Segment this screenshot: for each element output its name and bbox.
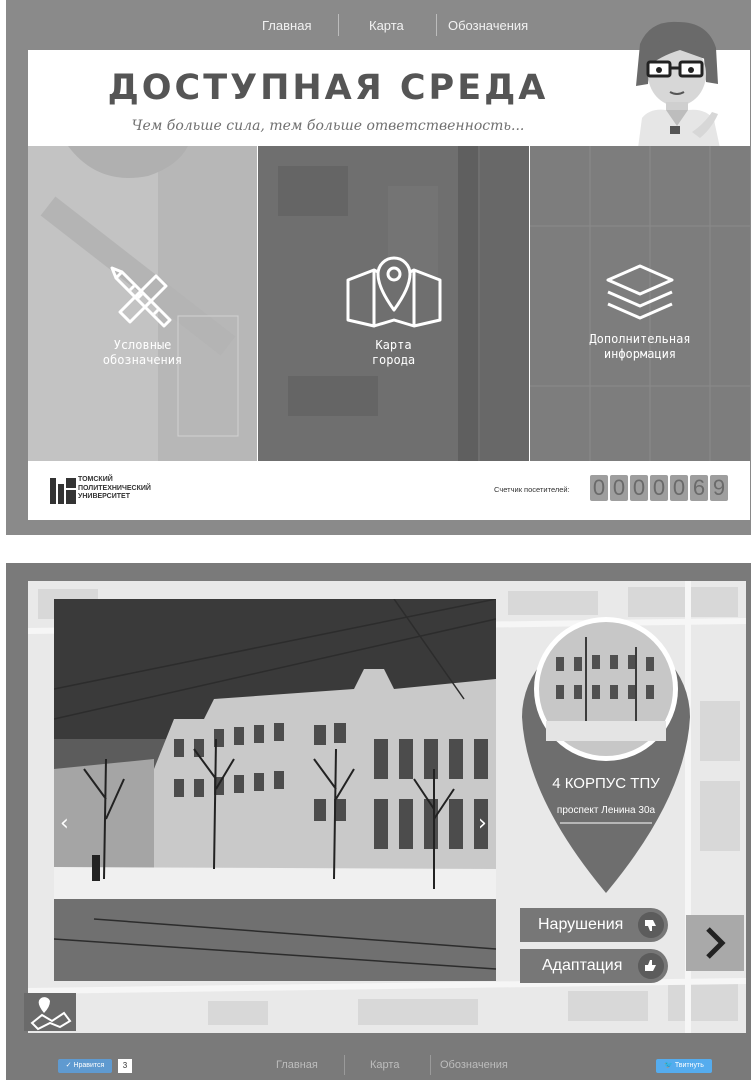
location-photo-slider[interactable]: ‹ › <box>54 599 496 981</box>
counter-digit: 9 <box>710 475 728 501</box>
tweet-label: Твитнуть <box>674 1062 704 1069</box>
page-title: ДОСТУПНАЯ СРЕДА <box>107 68 549 108</box>
layers-icon <box>606 264 674 320</box>
nav-home-link[interactable]: Главная <box>262 18 311 33</box>
counter-digit: 0 <box>670 475 688 501</box>
bottom-nav-divider <box>430 1055 431 1075</box>
top-screen: Главная Карта Обозначения ДОСТУПНАЯ СРЕД… <box>6 0 751 535</box>
main-content: ДОСТУПНАЯ СРЕДА Чем больше сила, тем бол… <box>28 21 750 520</box>
adaptation-button[interactable]: Адаптация <box>520 949 668 983</box>
slider-prev-icon[interactable]: ‹ <box>60 811 69 836</box>
map-label-line2: города <box>371 353 416 367</box>
visitor-counter: 0 0 0 0 0 6 9 <box>590 475 728 501</box>
screenshot-separator <box>0 535 753 563</box>
university-name-line1: ТОМСКИЙ <box>78 476 113 483</box>
university-name-line2: ПОЛИТЕХНИЧЕСКИЙ <box>78 484 151 492</box>
bottom-nav-home-link[interactable]: Главная <box>276 1059 318 1071</box>
tpu-logo-icon <box>50 478 76 504</box>
violations-label: Нарушения <box>538 916 624 933</box>
visitor-counter-label: Счетчик посетителей: <box>494 485 570 494</box>
map-label-line1: Карта <box>375 338 412 352</box>
legend-label-line1: Условные <box>113 338 172 352</box>
mascot-illustration <box>636 21 720 148</box>
like-count: 3 <box>118 1059 132 1073</box>
university-name-line3: УНИВЕРСИТЕТ <box>78 493 130 500</box>
nav-divider <box>436 14 437 36</box>
bottom-bar: ✓ Нравится 3 Главная Карта Обозначения 🐦… <box>6 1033 751 1080</box>
location-pin-marker <box>522 617 690 893</box>
info-label-line2: информация <box>603 347 677 361</box>
additional-info-panel[interactable]: Дополнительная информация <box>530 146 750 461</box>
location-address: проспект Ленина 30а <box>556 805 656 816</box>
university-name: ТОМСКИЙ ПОЛИТЕХНИЧЕСКИЙ УНИВЕРСИТЕТ <box>78 476 151 502</box>
tweet-button[interactable]: 🐦 Твитнуть <box>656 1059 712 1073</box>
bottom-nav-map-link[interactable]: Карта <box>370 1059 399 1071</box>
like-button[interactable]: ✓ Нравится <box>58 1059 112 1073</box>
bottom-nav-divider <box>344 1055 345 1075</box>
map-marker-icon <box>30 997 72 1031</box>
counter-digit: 0 <box>650 475 668 501</box>
thumbs-up-icon <box>638 953 664 979</box>
bottom-nav-legend-link[interactable]: Обозначения <box>440 1059 508 1071</box>
city-map-panel[interactable]: Карта города <box>258 146 529 461</box>
pencil-ruler-icon <box>110 266 171 328</box>
counter-digit: 0 <box>630 475 648 501</box>
page-tagline: Чем больше сила, тем больше ответственно… <box>131 118 525 134</box>
next-location-button[interactable] <box>686 915 744 971</box>
chevron-right-icon <box>706 927 726 959</box>
adaptation-label: Адаптация <box>542 957 623 974</box>
nav-map-link[interactable]: Карта <box>369 18 404 33</box>
nav-divider <box>338 14 339 36</box>
map-tool-button[interactable] <box>24 993 76 1031</box>
legend-panel[interactable]: Условные обозначения <box>28 146 257 461</box>
thumbs-down-icon <box>638 912 664 938</box>
legend-label-line2: обозначения <box>102 353 183 367</box>
map-pin-icon <box>346 256 441 328</box>
bottom-screen: ‹ › 4 КОРПУС ТПУ проспект Ленина 30а Нар… <box>6 563 751 1080</box>
info-label-line1: Дополнительная <box>589 332 691 346</box>
counter-digit: 0 <box>610 475 628 501</box>
building-photo <box>54 599 496 981</box>
like-label: Нравится <box>73 1062 105 1069</box>
violations-button[interactable]: Нарушения <box>520 908 668 942</box>
counter-digit: 0 <box>590 475 608 501</box>
twitter-bird-icon: 🐦 <box>664 1062 675 1069</box>
counter-digit: 6 <box>690 475 708 501</box>
slider-next-icon[interactable]: › <box>478 811 487 836</box>
nav-legend-link[interactable]: Обозначения <box>448 18 528 33</box>
location-title: 4 КОРПУС ТПУ <box>552 775 660 792</box>
